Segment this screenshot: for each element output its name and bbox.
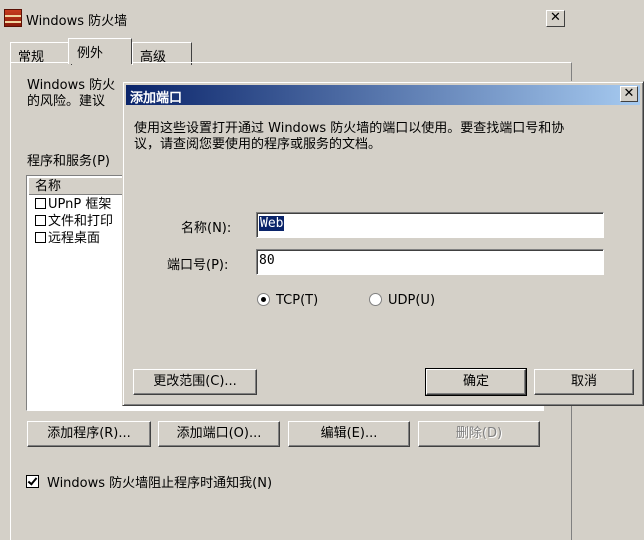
name-field[interactable]: Web xyxy=(256,212,604,238)
list-item-label: UPnP 框架 xyxy=(48,197,112,212)
notify-option[interactable]: Windows 防火墙阻止程序时通知我(N) xyxy=(26,472,272,491)
port-field-value: 80 xyxy=(259,253,275,268)
udp-radio-indicator[interactable] xyxy=(369,293,382,306)
udp-radio[interactable]: UDP(U) xyxy=(369,293,435,308)
tcp-radio[interactable]: TCP(T) xyxy=(257,293,318,308)
udp-label: UDP(U) xyxy=(388,293,436,308)
checkbox[interactable] xyxy=(35,232,46,243)
change-scope-button[interactable]: 更改范围(C)... xyxy=(133,369,257,395)
add-program-button[interactable]: 添加程序(R)... xyxy=(27,421,151,447)
programs-list-label: 程序和服务(P) xyxy=(27,154,110,169)
list-item-label: 远程桌面 xyxy=(48,231,101,246)
cancel-button[interactable]: 取消 xyxy=(534,369,634,395)
firewall-icon xyxy=(4,9,22,27)
ok-button[interactable]: 确定 xyxy=(425,368,527,396)
dialog-titlebar: 添加端口 ✕ xyxy=(126,85,640,106)
name-field-value: Web xyxy=(259,216,285,231)
dialog-description-line-2: 议，请查阅您要使用的程序或服务的文档。 xyxy=(134,137,382,152)
main-window-title: Windows 防火墙 xyxy=(26,14,128,29)
port-label: 端口号(P): xyxy=(167,258,229,273)
delete-button: 删除(D) xyxy=(418,421,540,447)
notify-checkbox[interactable] xyxy=(26,475,39,488)
list-item[interactable]: UPnP 框架 xyxy=(35,196,111,213)
checkbox[interactable] xyxy=(35,198,46,209)
dialog-description-line-1: 使用这些设置打开通过 Windows 防火墙的端口以使用。要查找端口号和协 xyxy=(134,121,565,136)
checkbox[interactable] xyxy=(35,215,46,226)
dialog-close-icon[interactable]: ✕ xyxy=(620,86,638,102)
list-item[interactable]: 文件和打印 xyxy=(35,213,113,230)
list-header-name[interactable]: 名称 xyxy=(29,178,129,195)
dialog-title: 添加端口 xyxy=(130,91,183,106)
name-label: 名称(N): xyxy=(181,221,232,236)
port-field[interactable]: 80 xyxy=(256,249,604,275)
notify-label: Windows 防火墙阻止程序时通知我(N) xyxy=(47,476,273,491)
main-window-titlebar: Windows 防火墙 ✕ xyxy=(0,0,570,36)
tab-exceptions[interactable]: 例外 xyxy=(68,38,132,64)
edit-button[interactable]: 编辑(E)... xyxy=(288,421,410,447)
add-port-button[interactable]: 添加端口(O)... xyxy=(158,421,280,447)
tcp-radio-indicator[interactable] xyxy=(257,293,270,306)
list-item[interactable]: 远程桌面 xyxy=(35,230,100,247)
tcp-label: TCP(T) xyxy=(276,293,319,308)
close-icon[interactable]: ✕ xyxy=(546,10,565,27)
add-port-dialog: 添加端口 ✕ 使用这些设置打开通过 Windows 防火墙的端口以使用。要查找端… xyxy=(122,81,644,406)
list-item-label: 文件和打印 xyxy=(48,214,114,229)
